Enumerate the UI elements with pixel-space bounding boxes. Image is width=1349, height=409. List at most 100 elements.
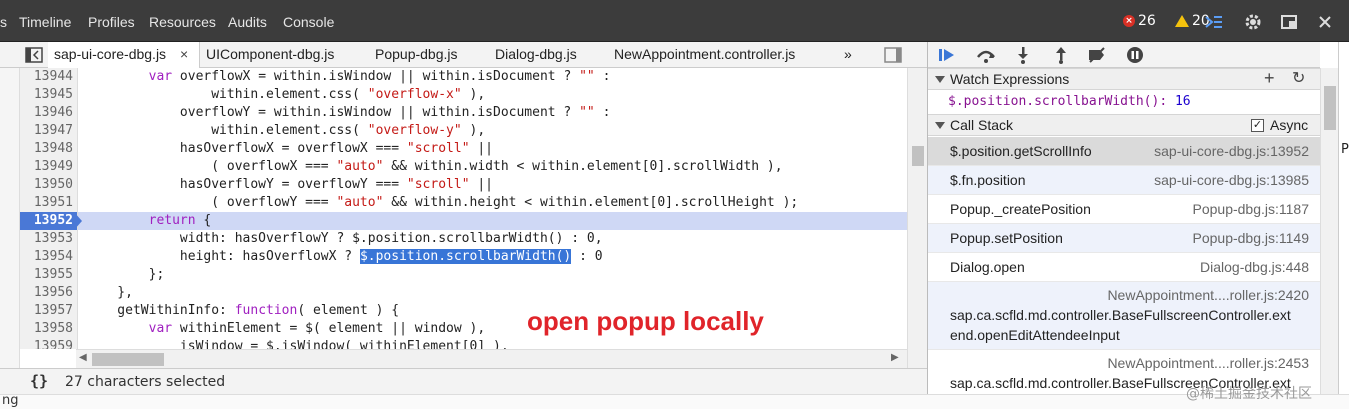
tab-audits[interactable]: Audits (228, 14, 267, 30)
tab-sources-partial[interactable]: s (0, 14, 7, 30)
code-line[interactable]: 13948 hasOverflowX = overflowX === "scro… (20, 140, 907, 158)
code-line[interactable]: 13957 getWithinInfo: function( element )… (20, 302, 907, 320)
line-number[interactable]: 13951 (20, 194, 78, 212)
call-frame-0[interactable]: $.position.getScrollInfo sap-ui-core-dbg… (928, 137, 1320, 166)
deactivate-breakpoints-icon[interactable] (1086, 45, 1108, 65)
code-line[interactable]: 13944 var overflowX = within.isWindow ||… (20, 68, 907, 86)
code-token: width: hasOverflowY ? $.position.scrollb… (86, 231, 603, 246)
tab-resources[interactable]: Resources (149, 14, 216, 30)
debugger-vertical-scrollbar[interactable] (1320, 68, 1338, 394)
watch-expressions-header[interactable]: Watch Expressions + ↻ (928, 68, 1320, 90)
debugger-vertical-scroll-thumb[interactable] (1324, 86, 1336, 130)
code-token: "auto" (336, 159, 384, 174)
tab-timeline[interactable]: Timeline (19, 14, 71, 30)
code-line[interactable]: 13959 isWindow = $.isWindow( withinEleme… (20, 338, 907, 349)
line-number[interactable]: 13952 (20, 212, 78, 230)
execution-pointer-icon (74, 212, 82, 230)
debugger-sidebar: Watch Expressions + ↻ $.position.scrollb… (927, 42, 1320, 394)
tab-console[interactable]: Console (283, 14, 334, 30)
more-tabs-chevron-icon[interactable]: » (844, 46, 852, 62)
line-number[interactable]: 13946 (20, 104, 78, 122)
call-frame-3[interactable]: Popup.setPosition Popup-dbg.js:1149 (928, 224, 1320, 253)
watch-expressions-title: Watch Expressions (950, 71, 1070, 87)
code-vertical-scroll-thumb[interactable] (912, 146, 924, 166)
tab-dialog[interactable]: Dialog-dbg.js (495, 46, 577, 62)
scroll-right-arrow-icon[interactable]: ▶ (891, 352, 899, 363)
code-token: ( overflowY === (86, 195, 337, 210)
line-number[interactable]: 13958 (20, 320, 78, 338)
close-icon[interactable] (1315, 12, 1335, 32)
toggle-navigator-icon[interactable] (25, 47, 43, 63)
code-editor[interactable]: 13944 var overflowX = within.isWindow ||… (20, 68, 907, 349)
step-over-icon[interactable] (975, 45, 997, 65)
step-into-icon[interactable] (1012, 45, 1034, 65)
line-number[interactable]: 13949 (20, 158, 78, 176)
code-line[interactable]: 13954 height: hasOverflowX ? $.position.… (20, 248, 907, 266)
code-line-current[interactable]: 13952 return { (20, 212, 907, 230)
error-counter[interactable]: × 26 (1123, 10, 1156, 32)
code-horizontal-scroll-thumb[interactable] (92, 353, 164, 366)
line-number[interactable]: 13948 (20, 140, 78, 158)
line-number[interactable]: 13956 (20, 284, 78, 302)
line-number[interactable]: 13954 (20, 248, 78, 266)
call-stack-header[interactable]: Call Stack ✓ Async (928, 114, 1320, 136)
add-watch-icon[interactable]: + (1264, 68, 1275, 89)
gear-icon[interactable] (1243, 12, 1263, 32)
async-checkbox[interactable]: ✓ (1251, 119, 1264, 132)
call-frame-1[interactable]: $.fn.position sap-ui-core-dbg.js:13985 (928, 166, 1320, 195)
tab-sap-ui-core[interactable]: sap-ui-core-dbg.js (54, 46, 166, 62)
watch-expression-row[interactable]: $.position.scrollbarWidth(): 16 (948, 94, 1191, 109)
step-out-icon[interactable] (1050, 45, 1072, 65)
refresh-icon[interactable]: ↻ (1292, 68, 1305, 89)
line-number[interactable]: 13950 (20, 176, 78, 194)
tab-newappointment[interactable]: NewAppointment.controller.js (614, 46, 795, 62)
watermark: @稀土掘金技术社区 (1186, 386, 1312, 402)
code-token: overflowY = within.isWindow || within.is… (86, 105, 580, 120)
pretty-print-icon[interactable]: {} (30, 372, 48, 390)
error-count: 26 (1138, 13, 1156, 29)
line-number[interactable]: 13955 (20, 266, 78, 284)
code-line[interactable]: 13951 ( overflowY === "auto" && within.h… (20, 194, 907, 212)
code-horizontal-scrollbar[interactable]: ◀ ▶ (76, 349, 907, 368)
tab-close-icon[interactable]: × (180, 46, 188, 62)
line-number[interactable]: 13945 (20, 86, 78, 104)
code-line[interactable]: 13958 var withinElement = $( element || … (20, 320, 907, 338)
call-frame-2[interactable]: Popup._createPosition Popup-dbg.js:1187 (928, 195, 1320, 224)
line-number[interactable]: 13947 (20, 122, 78, 140)
code-token: overflowX = within.isWindow || within.is… (172, 69, 580, 84)
code-text: height: hasOverflowX ? $.position.scroll… (86, 248, 603, 266)
call-frame-4[interactable]: Dialog.open Dialog-dbg.js:448 (928, 253, 1320, 282)
line-number[interactable]: 13953 (20, 230, 78, 248)
line-number[interactable]: 13957 (20, 302, 78, 320)
tab-profiles[interactable]: Profiles (88, 14, 135, 30)
call-frame-location: Popup-dbg.js:1149 (1192, 230, 1310, 246)
code-line[interactable]: 13955 }; (20, 266, 907, 284)
line-number[interactable]: 13944 (20, 68, 78, 86)
tab-uicomponent[interactable]: UIComponent-dbg.js (206, 46, 334, 62)
code-line[interactable]: 13949 ( overflowX === "auto" && within.w… (20, 158, 907, 176)
call-frame-5[interactable]: NewAppointment....roller.js:2420 sap.ca.… (928, 282, 1320, 350)
code-vertical-scrollbar[interactable] (907, 68, 927, 368)
dock-icon[interactable] (1280, 12, 1300, 32)
console-drawer-icon[interactable] (1204, 12, 1224, 32)
code-line[interactable]: 13956 }, (20, 284, 907, 302)
tab-popup[interactable]: Popup-dbg.js (375, 46, 458, 62)
code-line[interactable]: 13947 within.element.css( "overflow-y" )… (20, 122, 907, 140)
selected-text: $.position.scrollbarWidth() (359, 249, 572, 264)
code-token: || (469, 141, 494, 156)
scroll-left-arrow-icon[interactable]: ◀ (79, 352, 87, 363)
resume-icon[interactable] (936, 45, 958, 65)
error-icon: × (1123, 15, 1135, 27)
code-line[interactable]: 13945 within.element.css( "overflow-x" )… (20, 86, 907, 104)
code-line[interactable]: 13953 width: hasOverflowY ? $.position.s… (20, 230, 907, 248)
pause-on-exceptions-icon[interactable] (1124, 45, 1146, 65)
code-token: { (195, 213, 212, 228)
code-token: "" (579, 105, 595, 120)
bottom-strip: ng (0, 393, 1349, 409)
code-line[interactable]: 13946 overflowY = within.isWindow || wit… (20, 104, 907, 122)
line-number[interactable]: 13959 (20, 338, 78, 349)
code-line[interactable]: 13950 hasOverflowY = overflowY === "scro… (20, 176, 907, 194)
toggle-debugger-icon[interactable] (884, 47, 902, 63)
code-token: height: hasOverflowX ? (86, 249, 360, 264)
